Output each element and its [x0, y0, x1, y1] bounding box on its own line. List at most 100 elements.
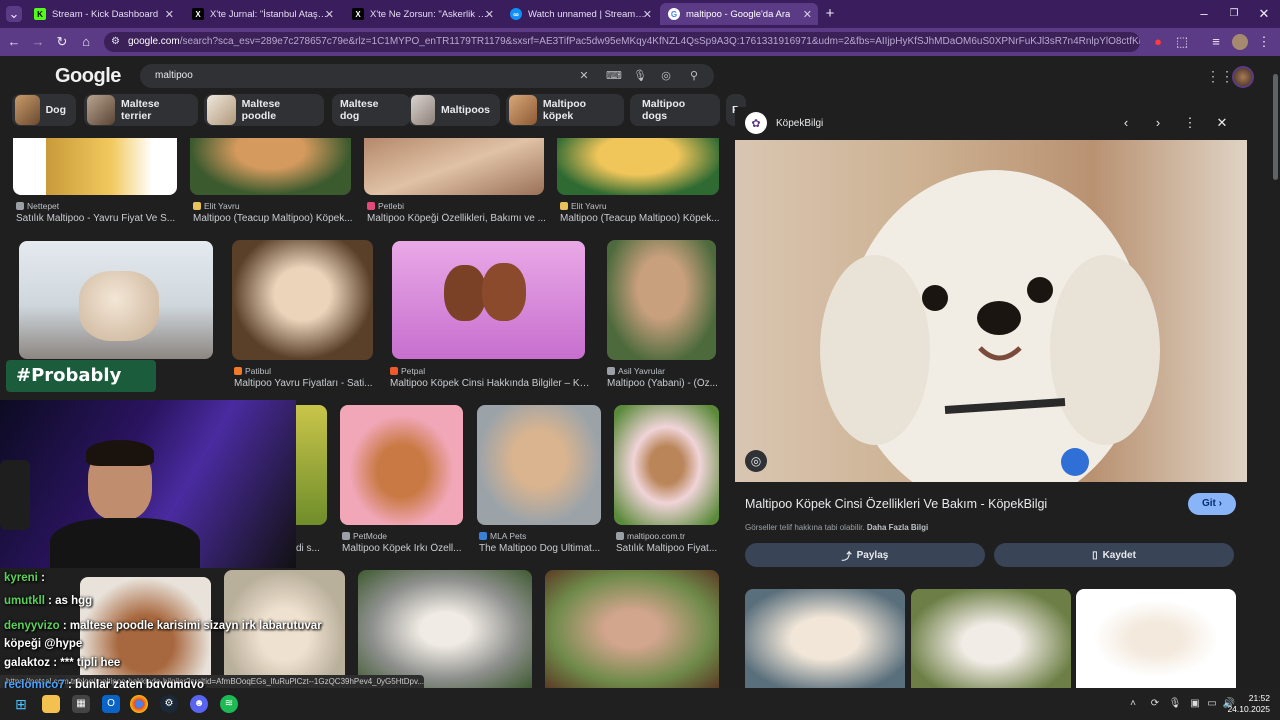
- result-source[interactable]: Petlebi: [367, 201, 404, 211]
- site-info-icon[interactable]: ⚙: [111, 32, 120, 52]
- system-clock[interactable]: 21:52 24.10.2025: [1227, 693, 1270, 715]
- panel-title[interactable]: Maltipoo Köpek Cinsi Özellikleri Ve Bakı…: [745, 497, 1047, 511]
- result-title[interactable]: Maltipoo Köpek Irkı Özell...: [342, 543, 466, 554]
- result-image[interactable]: [364, 138, 544, 195]
- close-icon[interactable]: ✕: [803, 8, 812, 21]
- tab-streamable[interactable]: ∞ Watch unnamed | Streamable ✕: [502, 3, 658, 25]
- result-source[interactable]: Asil Yavrular: [607, 366, 665, 376]
- related-image[interactable]: [745, 589, 905, 688]
- chip-maltipoo-dogs[interactable]: Maltipoo dogs: [630, 94, 720, 126]
- steam-icon[interactable]: ⚙: [160, 695, 178, 713]
- sync-icon[interactable]: ⟳: [1148, 697, 1162, 711]
- apps-grid-icon[interactable]: ⋮⋮: [1206, 68, 1234, 85]
- result-source[interactable]: PetMode: [342, 531, 387, 541]
- keyboard-icon[interactable]: ⌨: [606, 68, 622, 84]
- chrome-icon[interactable]: [130, 695, 148, 713]
- chip-maltese-dog[interactable]: Maltese dog: [332, 94, 410, 126]
- tray-app-icon[interactable]: ▣: [1188, 697, 1202, 711]
- preview-image[interactable]: ◎: [735, 140, 1247, 482]
- search-icon[interactable]: ⚲: [686, 68, 702, 84]
- store-icon[interactable]: ▦: [72, 695, 90, 713]
- result-title[interactable]: Satılık Maltipoo Fiyat...: [616, 543, 722, 554]
- window-close-button[interactable]: ✕: [1256, 6, 1272, 22]
- result-source[interactable]: Patibul: [234, 366, 271, 376]
- result-source[interactable]: Nettepet: [16, 201, 59, 211]
- learn-more-link[interactable]: Daha Fazla Bilgi: [867, 523, 928, 532]
- reload-icon[interactable]: ↻: [54, 34, 70, 50]
- result-title[interactable]: Satılık Maltipoo - Yavru Fiyat Ve S...: [16, 213, 184, 224]
- tab-google-maltipoo[interactable]: G maltipoo - Google'da Ara ✕: [660, 3, 818, 25]
- display-icon[interactable]: ▭: [1205, 697, 1219, 711]
- result-title[interactable]: Maltipoo Yavru Fiyatları - Sati...: [234, 378, 376, 389]
- restore-button[interactable]: ❐: [1226, 6, 1242, 22]
- result-image[interactable]: [232, 240, 373, 360]
- address-bar[interactable]: ⚙ google.com/search?sca_esv=289e7c278657…: [104, 32, 1140, 52]
- chip-dog[interactable]: Dog: [12, 94, 76, 126]
- extension-red-icon[interactable]: ●: [1150, 34, 1166, 50]
- tab-kick-dashboard[interactable]: K Stream - Kick Dashboard ✕: [26, 3, 180, 25]
- next-image-icon[interactable]: ›: [1149, 114, 1167, 132]
- result-image[interactable]: [190, 138, 351, 195]
- page-scrollbar[interactable]: [1270, 56, 1280, 688]
- chip-maltipoos[interactable]: Maltipoos: [408, 94, 500, 126]
- related-image[interactable]: [1076, 589, 1236, 688]
- related-image[interactable]: [911, 589, 1071, 688]
- start-icon[interactable]: ⊞: [12, 695, 30, 713]
- tab-x-ne-zorsun[interactable]: X X'te Ne Zorsun: "Askerlik anısı ✕: [344, 3, 500, 25]
- account-avatar[interactable]: [1232, 66, 1254, 88]
- result-source[interactable]: Petpal: [390, 366, 425, 376]
- tab-x-jurnal[interactable]: X X'te Jurnal: "İstanbul Ataşehir'd ✕: [184, 3, 340, 25]
- microphone-tray-icon[interactable]: 🎙: [1168, 697, 1182, 711]
- result-source[interactable]: Elit Yavru: [560, 201, 607, 211]
- result-image[interactable]: [296, 405, 327, 525]
- spotify-icon[interactable]: ≋: [220, 695, 238, 713]
- visit-button[interactable]: Git ›: [1188, 493, 1236, 515]
- back-icon[interactable]: ←: [6, 34, 22, 50]
- profile-avatar[interactable]: [1232, 34, 1248, 50]
- browser-menu-icon[interactable]: ⋮: [1256, 34, 1272, 50]
- tab-search-icon[interactable]: ⌄: [6, 6, 22, 22]
- result-title[interactable]: di s...: [296, 543, 330, 554]
- result-title[interactable]: Maltipoo (Teacup Maltipoo) Köpek...: [560, 213, 720, 224]
- result-title[interactable]: The Maltipoo Dog Ultimat...: [479, 543, 603, 554]
- result-title[interactable]: Maltipoo (Yabani) - (Öz...: [607, 378, 719, 389]
- lens-search-icon[interactable]: ◎: [745, 450, 767, 472]
- media-control-icon[interactable]: ≡: [1208, 34, 1224, 50]
- extensions-icon[interactable]: ⬚: [1174, 34, 1190, 50]
- close-panel-icon[interactable]: ✕: [1213, 114, 1231, 132]
- result-image[interactable]: [477, 405, 601, 525]
- minimize-button[interactable]: –: [1196, 6, 1212, 22]
- result-image[interactable]: [614, 405, 719, 525]
- result-image[interactable]: [557, 138, 719, 195]
- scrollbar-thumb[interactable]: [1273, 74, 1278, 180]
- result-image[interactable]: [607, 240, 716, 360]
- result-image[interactable]: [545, 570, 719, 688]
- result-image[interactable]: [19, 241, 213, 359]
- result-source[interactable]: maltipoo.com.tr: [616, 531, 685, 541]
- result-source[interactable]: Elit Yavru: [193, 201, 240, 211]
- save-button[interactable]: ▯ Kaydet: [994, 543, 1234, 567]
- file-explorer-icon[interactable]: [42, 695, 60, 713]
- result-image[interactable]: [392, 241, 585, 359]
- result-image[interactable]: [340, 405, 463, 525]
- chip-maltipoo-kopek[interactable]: Maltipoo köpek: [506, 94, 624, 126]
- new-tab-button[interactable]: +: [822, 6, 838, 22]
- lens-icon[interactable]: ◎: [658, 68, 674, 84]
- close-icon[interactable]: ✕: [165, 8, 174, 21]
- result-image[interactable]: [358, 570, 532, 688]
- chip-maltese-terrier[interactable]: Maltese terrier: [84, 94, 198, 126]
- close-icon[interactable]: ✕: [325, 8, 334, 21]
- result-source[interactable]: MLA Pets: [479, 531, 526, 541]
- forward-icon[interactable]: →: [30, 34, 46, 50]
- outlook-icon[interactable]: O: [102, 695, 120, 713]
- result-title[interactable]: Maltipoo (Teacup Maltipoo) Köpek...: [193, 213, 353, 224]
- close-icon[interactable]: ✕: [485, 8, 494, 21]
- chip-maltese-poodle[interactable]: Maltese poodle: [204, 94, 324, 126]
- show-hidden-icons-icon[interactable]: ˄: [1126, 697, 1140, 711]
- close-icon[interactable]: ✕: [643, 8, 652, 21]
- result-title[interactable]: Maltipoo Köpek Cinsi Hakkında Bilgiler –…: [390, 378, 590, 389]
- discord-icon[interactable]: ☻: [190, 695, 208, 713]
- share-button[interactable]: ⤴ Paylaş: [745, 543, 985, 567]
- search-input[interactable]: maltipoo ✕ ⌨ 🎙 ◎ ⚲: [140, 64, 714, 88]
- more-options-icon[interactable]: ⋮: [1181, 114, 1199, 132]
